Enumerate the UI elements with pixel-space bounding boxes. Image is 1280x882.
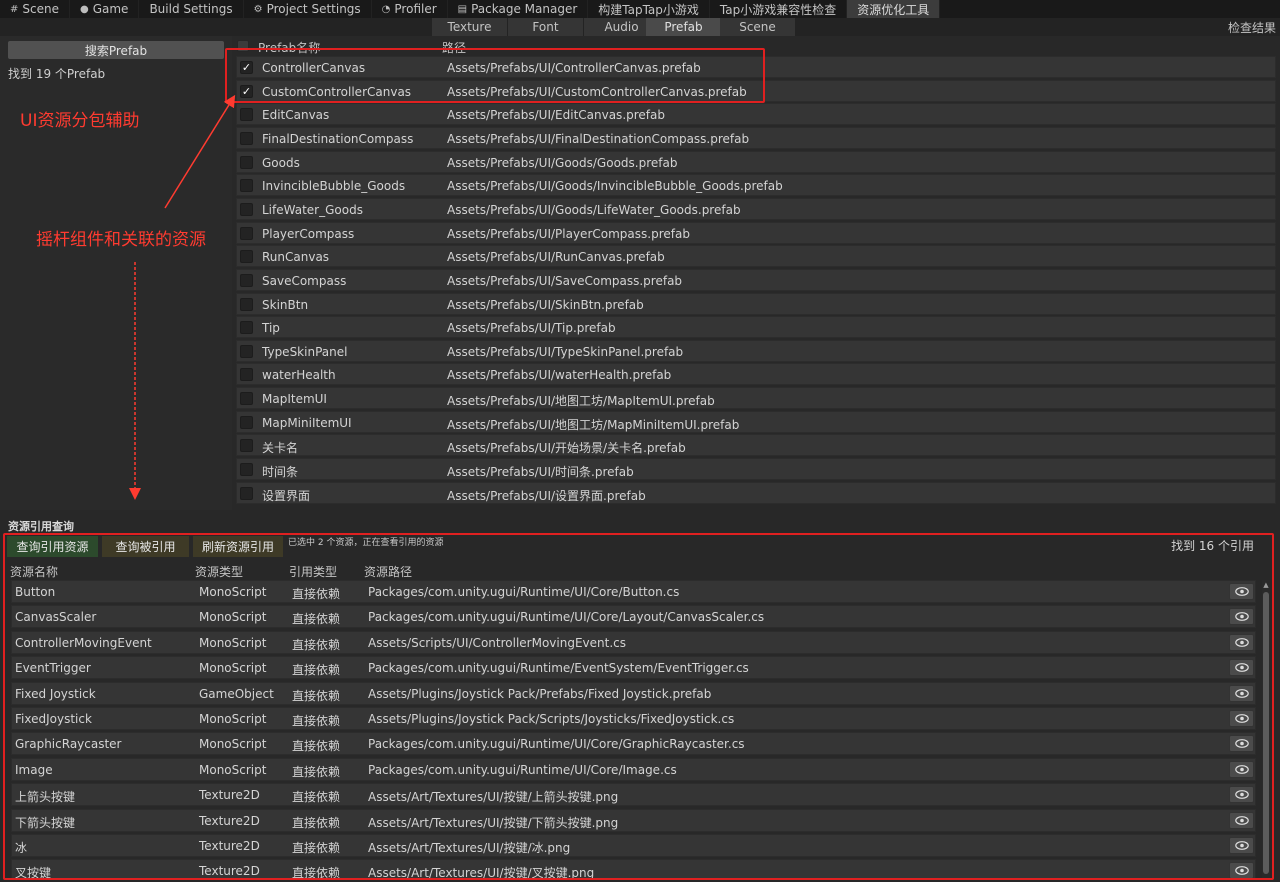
highlight-box-references — [3, 533, 1274, 880]
